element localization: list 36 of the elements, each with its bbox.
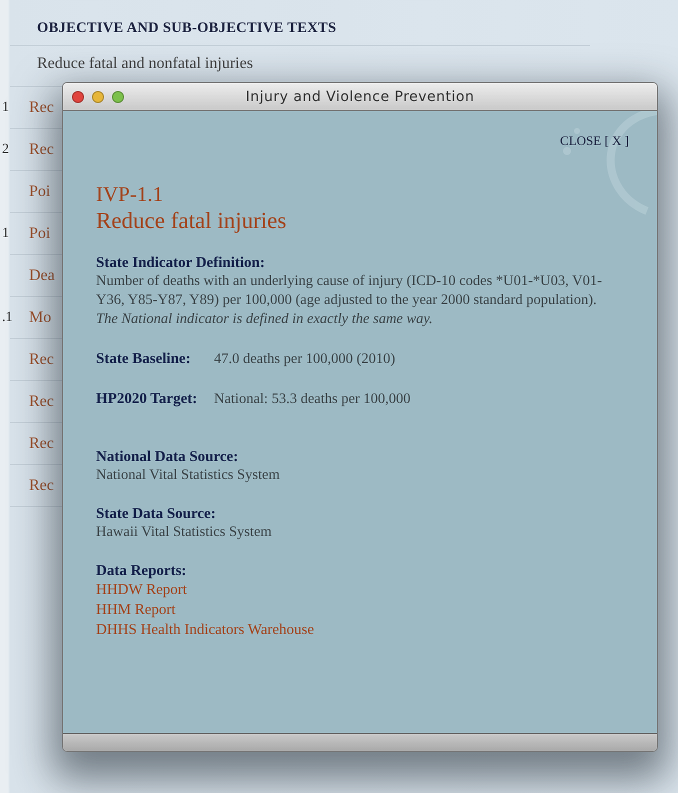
objective-link[interactable]: Rec	[29, 434, 54, 452]
objective-number: 2	[2, 142, 10, 158]
field-label: National Data Source:	[96, 449, 240, 466]
definition-text: Number of deaths with an underlying cause of injury (ICD-10 codes *U01-*U03, V01-Y36, Y85-Y87, Y89) per 100,000 (age adjusted to the year 2000 standard population). The National indicator is defined in exactly the same way.	[96, 272, 603, 329]
objective-link[interactable]: Poi	[29, 224, 50, 242]
close-link[interactable]: CLOSE [ X ]	[560, 133, 629, 149]
objective-number: .1	[2, 310, 14, 326]
objective-link[interactable]: Rec	[29, 350, 54, 368]
objective-link[interactable]: Poi	[29, 182, 50, 200]
objective-link[interactable]: Rec	[29, 476, 54, 494]
zoom-window-icon[interactable]	[112, 90, 124, 102]
field-value: National: 53.3 deaths per 100,000	[214, 390, 411, 409]
objective-link[interactable]: Rec	[29, 392, 54, 410]
field-label: HP2020 Target:	[96, 391, 198, 408]
close-window-icon[interactable]	[72, 90, 84, 102]
window-title: Injury and Violence Prevention	[246, 88, 474, 104]
section-heading: OBJECTIVE AND SUB-OBJECTIVE TEXTS	[10, 20, 590, 46]
objective-title: Reduce fatal injuries	[96, 207, 286, 235]
report-link[interactable]: HHM Report	[96, 600, 176, 620]
objective-code: IVP-1.1	[96, 181, 164, 207]
field-label: State Indicator Definition:	[96, 255, 266, 272]
field-label: State Baseline:	[96, 351, 192, 368]
field-label: Data Reports:	[96, 563, 186, 580]
minimize-window-icon[interactable]	[92, 90, 104, 102]
objective-number: 1	[2, 100, 10, 116]
objective-link[interactable]: Mo	[29, 308, 52, 326]
field-label: State Data Source:	[96, 506, 217, 523]
field-value: National Vital Statistics System	[96, 466, 281, 485]
objective-number: 1	[2, 226, 10, 242]
report-link[interactable]: DHHS Health Indicators Warehouse	[96, 620, 314, 640]
objective-link[interactable]: Rec	[29, 98, 54, 116]
objective-link[interactable]: Rec	[29, 140, 54, 158]
field-value: Hawaii Vital Statistics System	[96, 523, 273, 542]
field-value: 47.0 deaths per 100,000 (2010)	[214, 350, 396, 369]
report-link[interactable]: HHDW Report	[96, 580, 187, 600]
objective-link[interactable]: Dea	[29, 266, 55, 284]
